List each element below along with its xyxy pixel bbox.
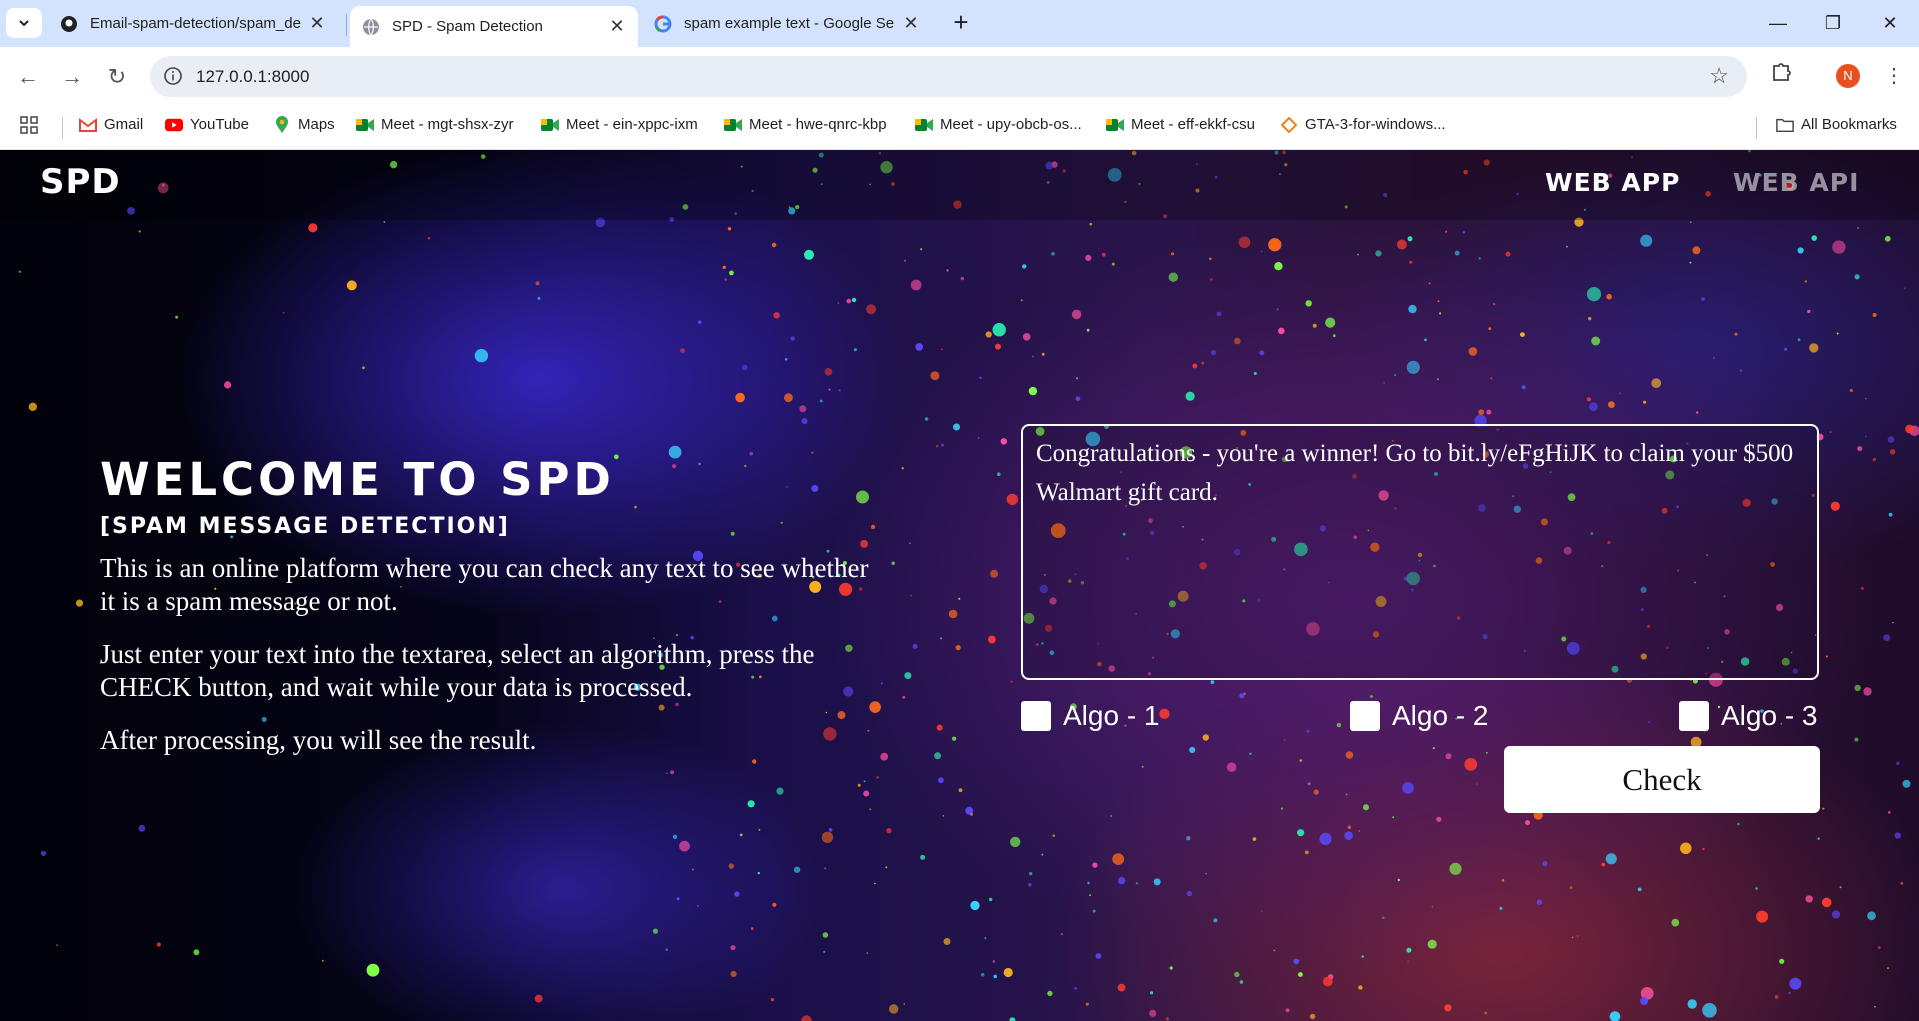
bookmark-label: Gmail bbox=[104, 116, 144, 133]
bookmark-gta[interactable]: GTA-3-for-windows... bbox=[1280, 116, 1446, 133]
tab-separator bbox=[346, 14, 347, 36]
github-icon bbox=[60, 15, 78, 33]
bookmark-label: Maps bbox=[298, 116, 335, 133]
back-button[interactable]: ← bbox=[12, 61, 44, 93]
apps-button[interactable] bbox=[20, 116, 38, 134]
algo-3-option[interactable]: Algo - 3 bbox=[1679, 700, 1818, 732]
site-info-icon[interactable] bbox=[162, 65, 184, 87]
address-bar[interactable]: 127.0.0.1:8000 ☆ bbox=[150, 56, 1747, 97]
puzzle-icon bbox=[1773, 63, 1791, 81]
arrow-left-icon: ← bbox=[17, 64, 39, 89]
minimize-button[interactable]: — bbox=[1755, 8, 1801, 38]
new-tab-button[interactable]: + bbox=[946, 8, 976, 38]
close-tab-icon[interactable]: ✕ bbox=[608, 16, 626, 37]
meet-icon bbox=[915, 117, 933, 133]
hero-title: WELCOME TO SPD bbox=[100, 453, 615, 506]
diamond-icon bbox=[1280, 116, 1298, 133]
algo-1-label: Algo - 1 bbox=[1063, 700, 1160, 731]
algo-1-checkbox[interactable] bbox=[1021, 701, 1051, 731]
bookmark-label: Meet - mgt-shsx-zyr bbox=[381, 116, 514, 133]
tab-github[interactable]: Email-spam-detection/spam_de ✕ bbox=[48, 6, 338, 41]
kebab-menu-icon: ⋮ bbox=[1884, 65, 1904, 87]
hero-paragraph: This is an online platform where you can… bbox=[100, 553, 869, 616]
tab-google[interactable]: spam example text - Google Se ✕ bbox=[642, 6, 932, 41]
tab-title: SPD - Spam Detection bbox=[392, 18, 543, 35]
youtube-icon bbox=[165, 117, 183, 133]
browser-menu-button[interactable]: ⋮ bbox=[1878, 60, 1910, 92]
bookmarks-bar: Gmail YouTube Maps Meet - mgt-shsx-zyr M… bbox=[0, 105, 1919, 150]
reload-icon: ↻ bbox=[107, 64, 127, 89]
bookmark-gmail[interactable]: Gmail bbox=[79, 116, 143, 133]
restore-button[interactable]: ❐ bbox=[1810, 8, 1856, 38]
close-window-button[interactable]: ✕ bbox=[1867, 8, 1913, 38]
chevron-down-icon bbox=[19, 20, 29, 27]
bookmark-separator bbox=[62, 117, 63, 139]
bookmark-youtube[interactable]: YouTube bbox=[165, 116, 249, 133]
site-logo[interactable]: SPD bbox=[40, 162, 121, 202]
algo-2-label: Algo - 2 bbox=[1392, 700, 1489, 731]
gmail-icon bbox=[79, 117, 97, 133]
profile-avatar[interactable]: N bbox=[1836, 64, 1860, 88]
bookmark-meet-4[interactable]: Meet - upy-obcb-os... bbox=[915, 116, 1082, 133]
bookmark-label: Meet - hwe-qnrc-kbp bbox=[749, 116, 887, 133]
hero-paragraph: After processing, you will see the resul… bbox=[100, 725, 537, 755]
page-content: SPD WEB APP WEB API WELCOME TO SPD [SPAM… bbox=[0, 150, 1919, 1021]
google-icon bbox=[654, 15, 672, 33]
all-bookmarks[interactable]: All Bookmarks bbox=[1776, 116, 1897, 133]
apps-grid-icon bbox=[20, 116, 38, 134]
nav-web-app[interactable]: WEB APP bbox=[1545, 168, 1680, 197]
close-tab-icon[interactable]: ✕ bbox=[902, 13, 920, 34]
site-header: SPD WEB APP WEB API bbox=[0, 150, 1919, 220]
algo-1-option[interactable]: Algo - 1 bbox=[1021, 700, 1160, 732]
tab-search-button[interactable] bbox=[6, 8, 42, 38]
forward-button[interactable]: → bbox=[56, 61, 88, 93]
bookmark-label: YouTube bbox=[190, 116, 249, 133]
algo-3-checkbox[interactable] bbox=[1679, 701, 1709, 731]
maps-icon bbox=[273, 115, 291, 133]
hero-paragraph: Just enter your text into the textarea, … bbox=[100, 639, 815, 702]
tab-strip: Email-spam-detection/spam_de ✕ SPD - Spa… bbox=[0, 0, 1919, 47]
bookmark-separator bbox=[1756, 117, 1757, 139]
message-textarea[interactable]: Congratulations - you're a winner! Go to… bbox=[1021, 424, 1819, 680]
meet-icon bbox=[724, 117, 742, 133]
bookmark-label: All Bookmarks bbox=[1801, 116, 1897, 133]
globe-icon bbox=[362, 18, 380, 36]
check-button[interactable]: Check bbox=[1504, 746, 1820, 813]
meet-icon bbox=[1106, 117, 1124, 133]
bookmark-label: GTA-3-for-windows... bbox=[1305, 116, 1446, 133]
bookmark-label: Meet - ein-xppc-ixm bbox=[566, 116, 698, 133]
bookmark-meet-2[interactable]: Meet - ein-xppc-ixm bbox=[541, 116, 698, 133]
algo-2-option[interactable]: Algo - 2 bbox=[1350, 700, 1489, 732]
bookmark-meet-5[interactable]: Meet - eff-ekkf-csu bbox=[1106, 116, 1255, 133]
tab-spd[interactable]: SPD - Spam Detection ✕ bbox=[350, 6, 638, 47]
hero-subtitle: [SPAM MESSAGE DETECTION] bbox=[100, 514, 510, 539]
bookmark-label: Meet - eff-ekkf-csu bbox=[1131, 116, 1255, 133]
extensions-button[interactable] bbox=[1765, 60, 1797, 92]
bookmark-maps[interactable]: Maps bbox=[273, 115, 335, 133]
algo-3-label: Algo - 3 bbox=[1721, 700, 1818, 731]
meet-icon bbox=[356, 117, 374, 133]
browser-toolbar: ← → ↻ 127.0.0.1:8000 ☆ ⋮ bbox=[0, 47, 1919, 105]
reload-button[interactable]: ↻ bbox=[101, 61, 133, 93]
arrow-right-icon: → bbox=[61, 64, 83, 89]
bookmark-meet-3[interactable]: Meet - hwe-qnrc-kbp bbox=[724, 116, 887, 133]
nav-web-api[interactable]: WEB API bbox=[1733, 168, 1859, 197]
tab-title: spam example text - Google Se bbox=[684, 15, 895, 32]
tab-title: Email-spam-detection/spam_de bbox=[90, 15, 301, 32]
url-text[interactable]: 127.0.0.1:8000 bbox=[196, 67, 309, 87]
algo-2-checkbox[interactable] bbox=[1350, 701, 1380, 731]
bookmark-meet-1[interactable]: Meet - mgt-shsx-zyr bbox=[356, 116, 514, 133]
bookmark-star-icon[interactable]: ☆ bbox=[1709, 63, 1729, 89]
close-tab-icon[interactable]: ✕ bbox=[308, 13, 326, 34]
bookmark-label: Meet - upy-obcb-os... bbox=[940, 116, 1082, 133]
folder-icon bbox=[1776, 117, 1794, 133]
meet-icon bbox=[541, 117, 559, 133]
